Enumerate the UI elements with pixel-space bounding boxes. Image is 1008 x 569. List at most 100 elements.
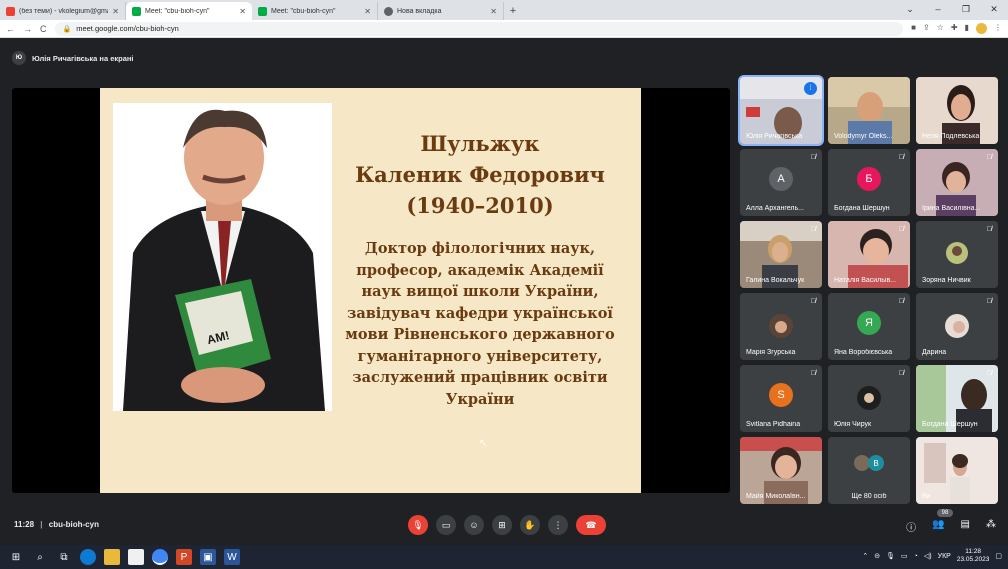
participant-tile[interactable]: 🎙̸ Марія Згурська [740, 293, 822, 360]
url-field[interactable]: 🔒 meet.google.com/cbu-bioh-cyn [54, 21, 904, 36]
slide-title-line: (1940–2010) [406, 193, 554, 218]
network-icon[interactable]: ⊝ [874, 552, 880, 560]
speaking-icon: ⁞ [804, 82, 817, 95]
self-tile[interactable]: Ви [916, 437, 998, 504]
mouse-cursor-icon: ↖ [479, 438, 488, 449]
participant-tile[interactable]: 🎙̸ Б Богдана Шершун [828, 149, 910, 216]
participant-tile[interactable]: 🎙̸ Юлія Чирук [828, 365, 910, 432]
participant-tile[interactable]: 🎙̸ Галина Вокальчук [740, 221, 822, 288]
participant-tile[interactable]: ⁞ Юлія Ричагівська [738, 75, 824, 146]
wifi-icon[interactable]: ◔ [914, 553, 918, 560]
people-icon[interactable]: 👥 [932, 519, 944, 534]
presenter-avatar: Ю [12, 51, 26, 65]
notification-icon[interactable]: ▢ [995, 552, 1002, 560]
forward-icon[interactable]: → [23, 24, 32, 34]
clock-date: 23.05.2023 [956, 556, 990, 563]
reload-icon[interactable]: C [40, 24, 47, 34]
participant-tile[interactable]: 🎙̸ Дарина [916, 293, 998, 360]
chevron-up-icon[interactable]: ⌃ [862, 552, 868, 560]
reactions-button[interactable]: ☺ [464, 515, 484, 535]
raise-hand-button[interactable]: ✋ [520, 515, 540, 535]
close-icon[interactable]: ✕ [239, 7, 246, 16]
present-icon: ⊞ [498, 519, 506, 530]
clock-time: 11:28 [965, 548, 981, 555]
store-icon[interactable] [128, 549, 144, 565]
tab-meet[interactable]: Meet: "cbu-bioh-cyn" ✕ [252, 2, 378, 20]
more-options-button[interactable]: ⋮ [548, 515, 568, 535]
camera-toggle-button[interactable]: ▭ [436, 515, 456, 535]
gmail-icon [6, 6, 15, 16]
slide-body-line: Доктор філологічних наук, [364, 240, 596, 257]
leave-call-button[interactable]: ☎ [576, 515, 606, 535]
powerpoint-icon[interactable]: P [176, 549, 192, 565]
participant-tile[interactable]: 🎙̸ Ірина Василівна... [916, 149, 998, 216]
activities-icon[interactable]: ⁂ [986, 519, 996, 534]
mic-off-icon: 🎙̸ [898, 154, 904, 161]
menu-icon[interactable]: ⋮ [994, 23, 1002, 34]
portrait-photo: АМ! [113, 103, 332, 411]
clock[interactable]: 11:28 23.05.2023 [957, 548, 990, 564]
meeting-info: 11:28 | cbu-bioh-cyn [14, 520, 99, 529]
participant-avatar: Б [857, 167, 881, 191]
close-window-icon[interactable]: ✕ [980, 0, 1008, 20]
window-controls: ⌄ – ❐ ✕ [896, 0, 1008, 20]
tab-new[interactable]: Нова вкладка ✕ [378, 2, 504, 20]
tab-meet-active[interactable]: Meet: "cbu-bioh-cyn" ✕ [126, 2, 252, 20]
close-icon[interactable]: ✕ [490, 7, 497, 16]
new-tab-button[interactable]: + [504, 5, 522, 20]
back-icon[interactable]: ← [6, 24, 15, 34]
participant-name: Алла Архангель... [746, 205, 804, 212]
participant-tile[interactable]: Volodymyr Oleks... [828, 77, 910, 144]
onscreen-app-icon[interactable]: ▣ [200, 549, 216, 565]
tab-title: (без теми) - vkolegium@gmail.c [19, 7, 108, 15]
participant-tile[interactable]: Майя Миколаївн... [740, 437, 822, 504]
word-icon[interactable]: W [224, 549, 240, 565]
camera-icon: ▭ [441, 519, 451, 530]
camera-tray-icon[interactable]: ▭ [901, 552, 908, 560]
mic-off-icon: 🎙̸ [898, 226, 904, 233]
sidepanel-icon[interactable]: ▮ [965, 23, 969, 34]
participant-tile[interactable]: 🎙̸ Зоряна Ничвик [916, 221, 998, 288]
file-explorer-icon[interactable] [104, 549, 120, 565]
chat-icon[interactable]: ▤ [961, 519, 970, 534]
meet-icon [258, 6, 267, 16]
separator: | [40, 520, 43, 529]
share-icon[interactable]: ⇪ [923, 23, 930, 34]
participant-tile[interactable]: 🎙̸ S Svitlana Pidhaina [740, 365, 822, 432]
present-button[interactable]: ⊞ [492, 515, 512, 535]
language-indicator[interactable]: УКР [938, 553, 951, 560]
participant-name: Марія Згурська [746, 349, 796, 356]
participant-tile[interactable]: 🎙̸ Я Яна Воробієвська [828, 293, 910, 360]
lock-icon: 🔒 [62, 25, 72, 33]
participant-name: Галина Вокальчук [746, 277, 805, 284]
slide-body-line: заслужений працівник освіти [352, 369, 608, 386]
tab-search-icon[interactable]: ⌄ [896, 0, 924, 20]
minimize-icon[interactable]: – [924, 0, 952, 20]
star-icon[interactable]: ☆ [937, 23, 944, 34]
emoji-icon: ☺ [469, 520, 479, 530]
mic-toggle-button[interactable]: 🎙 [408, 515, 428, 535]
windows-start-icon[interactable]: ⊞ [8, 549, 24, 565]
extensions-icon[interactable]: ✚ [951, 23, 958, 34]
chrome-icon[interactable] [152, 549, 168, 565]
search-icon[interactable]: ⌕ [32, 549, 48, 565]
camera-icon[interactable]: ■ [911, 23, 916, 34]
microphone-icon[interactable]: 🎙 [886, 552, 895, 560]
participant-tile[interactable]: Неля Подлевська [916, 77, 998, 144]
close-icon[interactable]: ✕ [112, 7, 119, 16]
close-icon[interactable]: ✕ [364, 7, 371, 16]
participant-tile[interactable]: 🎙̸ А Алла Архангель... [740, 149, 822, 216]
profile-avatar[interactable] [976, 23, 987, 34]
more-participants-tile[interactable]: В Ще 80 осіб [828, 437, 910, 504]
volume-icon[interactable]: ◁) [924, 552, 932, 560]
mic-off-icon: 🎙̸ [986, 298, 992, 305]
participant-name: Юлія Ричагівська [746, 133, 803, 140]
edge-icon[interactable] [80, 549, 96, 565]
participant-tile[interactable]: 🎙̸ Богдана Шершун [916, 365, 998, 432]
task-view-icon[interactable]: ⧉ [56, 549, 72, 565]
participant-tile[interactable]: 🎙̸ Наталія Васильів... [828, 221, 910, 288]
mic-off-icon: 🎙 [412, 519, 424, 530]
info-icon[interactable]: ⓘ [906, 519, 916, 534]
tab-gmail[interactable]: (без теми) - vkolegium@gmail.c ✕ [0, 2, 126, 20]
maximize-icon[interactable]: ❐ [952, 0, 980, 20]
